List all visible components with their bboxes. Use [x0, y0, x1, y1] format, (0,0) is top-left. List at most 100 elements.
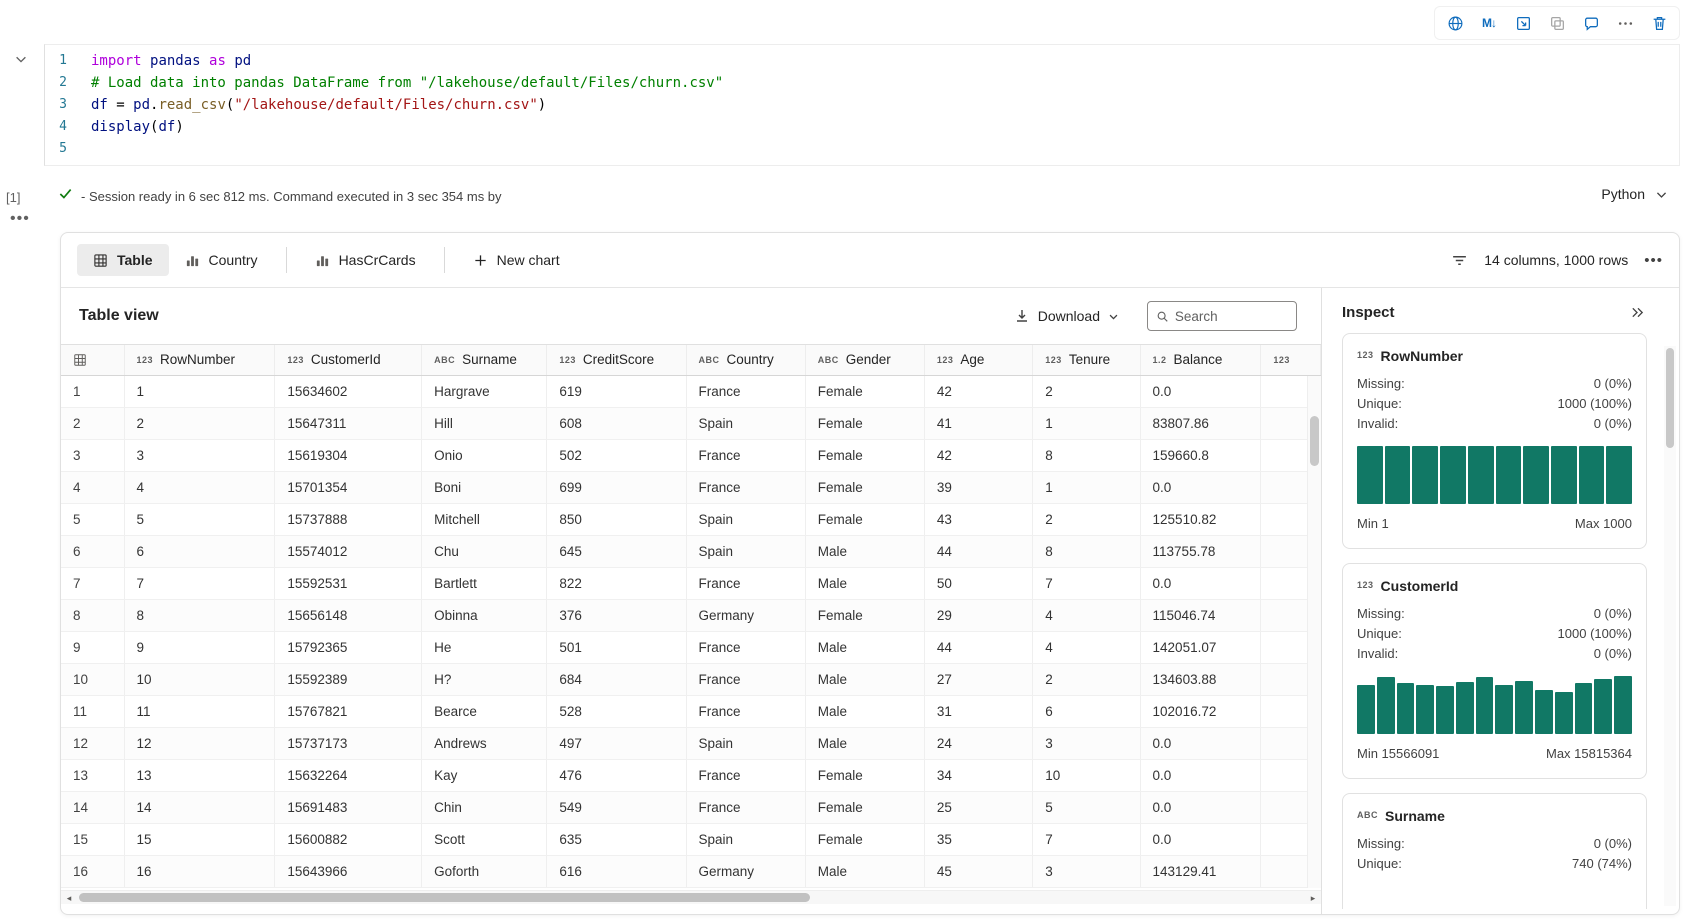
- table-cell: Female: [805, 759, 925, 792]
- table-cell: 7: [1032, 567, 1141, 600]
- table-horizontal-scrollbar[interactable]: ◂ ▸: [61, 890, 1321, 904]
- table-view-area: Table view Download 123: [61, 288, 1321, 914]
- table-cell: 1: [124, 375, 276, 408]
- inspect-column-name: Surname: [1385, 808, 1445, 824]
- table-cell: 2: [1032, 663, 1141, 696]
- column-header-creditscore[interactable]: 123 CreditScore: [546, 345, 687, 376]
- min-label: Min 15566091: [1357, 746, 1440, 761]
- column-header[interactable]: 123: [1260, 345, 1321, 376]
- column-header-balance[interactable]: 1.2 Balance: [1140, 345, 1262, 376]
- code-text: import pandas as pd: [91, 53, 252, 69]
- table-cell: Female: [805, 791, 925, 824]
- column-type-icon: 123: [1273, 355, 1290, 366]
- tab-label: Table: [117, 252, 153, 268]
- table-cell: 376: [546, 599, 687, 632]
- histogram-bar: [1440, 446, 1466, 504]
- search-input[interactable]: [1174, 308, 1288, 324]
- table-vertical-scrollbar[interactable]: [1307, 376, 1321, 888]
- table-cell: 125510.82: [1140, 503, 1262, 536]
- tab-new-chart[interactable]: New chart: [457, 244, 576, 276]
- stat-row: Missing: 0 (0%): [1357, 604, 1632, 624]
- inspect-scrollbar-thumb[interactable]: [1666, 348, 1674, 448]
- table-cell: 31: [924, 695, 1034, 728]
- table-cell: France: [686, 567, 806, 600]
- histogram-bar: [1396, 683, 1415, 734]
- table-cell: 476: [546, 759, 687, 792]
- column-type-icon: 123: [1045, 355, 1062, 366]
- column-header-gender[interactable]: ABC Gender: [805, 345, 925, 376]
- more-commands-icon[interactable]: [1611, 10, 1639, 36]
- table-cell: 4: [1032, 631, 1141, 664]
- row-index-cell: 3: [61, 439, 125, 472]
- table-horizontal-scrollbar-thumb[interactable]: [79, 893, 810, 902]
- results-more-icon[interactable]: •••: [1644, 252, 1663, 269]
- histogram-bar: [1554, 692, 1573, 734]
- filter-icon[interactable]: [1451, 252, 1468, 269]
- tab-country[interactable]: Country: [169, 244, 274, 276]
- row-index-cell: 12: [61, 727, 125, 760]
- data-table: 123 RowNumber 123 CustomerId ABC Surname 123 Cr…: [61, 345, 1321, 888]
- tab-separator: [285, 247, 287, 273]
- results-tabs-row: Table Country HasCrCards New chart 14 colum…: [61, 233, 1679, 287]
- table-cell: 501: [546, 631, 687, 664]
- inspect-scrollbar[interactable]: [1664, 346, 1676, 906]
- row-index-cell: 6: [61, 535, 125, 568]
- table-cell: France: [686, 439, 806, 472]
- table-row: 4 4 15701354 Boni 699 France Female 39 1 0.0: [61, 471, 1321, 504]
- table-cell: 15701354: [274, 471, 423, 504]
- collapse-cell-chevron-icon[interactable]: [10, 48, 32, 70]
- duplicate-cell-icon[interactable]: [1543, 10, 1571, 36]
- column-type-icon: 123: [1357, 350, 1374, 360]
- table-cell: Male: [805, 535, 925, 568]
- table-cell: Spain: [686, 535, 806, 568]
- column-header-country[interactable]: ABC Country: [686, 345, 806, 376]
- table-cell: 15656148: [274, 599, 423, 632]
- table-cell: 15643966: [274, 855, 423, 888]
- code-editor[interactable]: 1 import pandas as pd 2 # Load data into pa…: [44, 44, 1680, 166]
- table-cell: 41: [924, 407, 1034, 440]
- histogram-bar: [1495, 446, 1522, 504]
- histogram-bar: [1357, 685, 1375, 734]
- table-cell: Scott: [421, 823, 548, 856]
- column-header-tenure[interactable]: 123 Tenure: [1032, 345, 1141, 376]
- table-cell: Bartlett: [421, 567, 548, 600]
- table-cell: 39: [924, 471, 1034, 504]
- table-cell: Male: [805, 727, 925, 760]
- comment-icon[interactable]: [1577, 10, 1605, 36]
- environment-icon[interactable]: [1441, 10, 1469, 36]
- scroll-left-arrow-icon[interactable]: ◂: [61, 891, 77, 905]
- histogram-bar: [1578, 446, 1605, 504]
- inspect-title: Inspect: [1342, 304, 1395, 321]
- collapse-inspect-icon[interactable]: [1630, 305, 1645, 320]
- select-frame-icon[interactable]: [1509, 10, 1537, 36]
- markdown-icon[interactable]: M↓: [1475, 10, 1503, 36]
- code-line: 4 display(df): [45, 116, 1679, 138]
- table-vertical-scrollbar-thumb[interactable]: [1310, 416, 1319, 466]
- stat-label: Unique:: [1357, 396, 1402, 411]
- download-button[interactable]: Download: [1014, 308, 1119, 324]
- column-header-customerid[interactable]: 123 CustomerId: [274, 345, 423, 376]
- table-cell: 9: [124, 631, 276, 664]
- delete-cell-icon[interactable]: [1645, 10, 1673, 36]
- column-header-age[interactable]: 123 Age: [924, 345, 1034, 376]
- table-cell: 15574012: [274, 535, 423, 568]
- language-selector[interactable]: Python: [1601, 186, 1668, 202]
- table-cell: 24: [924, 727, 1034, 760]
- column-type-icon: ABC: [434, 355, 456, 366]
- table-cell: 34: [924, 759, 1034, 792]
- notebook-page: M↓ 1 import pandas as pd 2 # Load data into…: [0, 0, 1694, 923]
- download-label: Download: [1037, 308, 1100, 324]
- tab-hascrcards[interactable]: HasCrCards: [299, 244, 432, 276]
- tab-table[interactable]: Table: [77, 244, 169, 276]
- results-body: Table view Download 123: [61, 288, 1679, 914]
- column-header-surname[interactable]: ABC Surname: [421, 345, 548, 376]
- table-cell: Boni: [421, 471, 548, 504]
- column-type-icon: 123: [136, 355, 154, 366]
- column-name: Surname: [462, 352, 517, 368]
- column-header-rownumber[interactable]: 123 RowNumber: [124, 345, 276, 376]
- row-index-cell: 1: [61, 375, 125, 408]
- table-cell: 3: [124, 439, 276, 472]
- cell-more-options[interactable]: •••: [10, 210, 30, 228]
- table-cell: Female: [805, 439, 925, 472]
- scroll-right-arrow-icon[interactable]: ▸: [1305, 891, 1321, 905]
